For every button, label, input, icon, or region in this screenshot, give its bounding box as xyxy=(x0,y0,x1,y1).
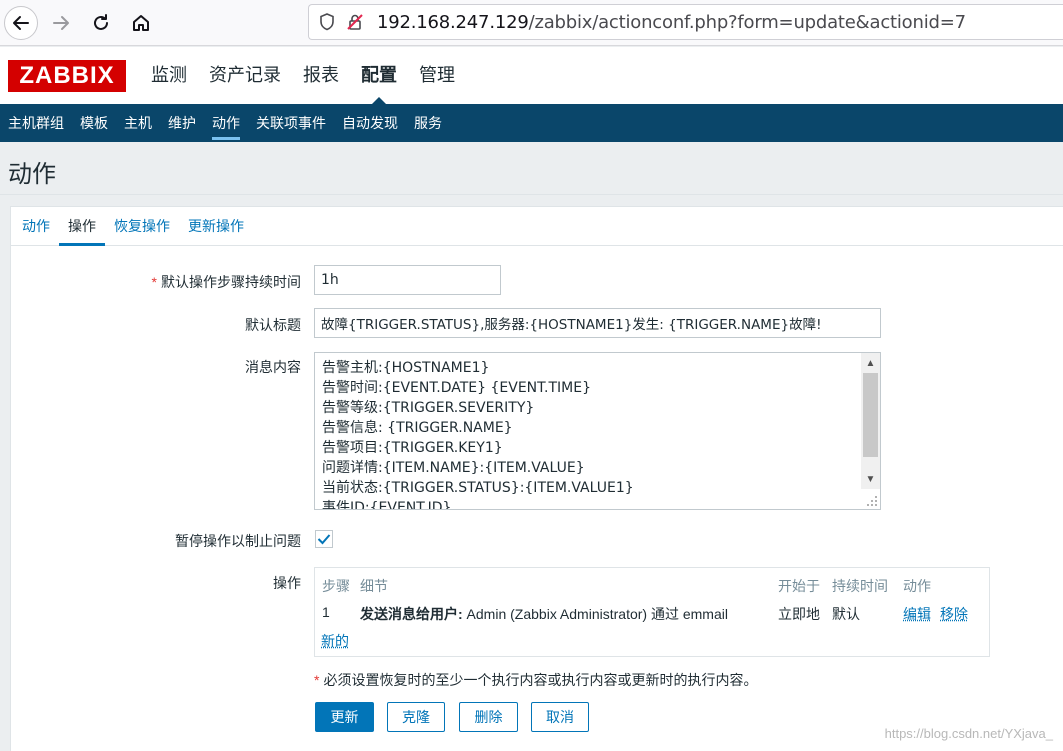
step-duration-label-text: 默认操作步骤持续时间 xyxy=(161,274,301,290)
subnav-event-correlation[interactable]: 关联项事件 xyxy=(248,104,334,142)
pause-label: 暂停操作以制止问题 xyxy=(175,533,301,549)
op-detail: 发送消息给用户: Admin (Zabbix Administrator) 通过… xyxy=(360,604,728,624)
message-line: 告警时间:{EVENT.DATE} {EVENT.TIME} xyxy=(322,380,591,396)
menu-configuration[interactable]: 配置 xyxy=(350,47,408,104)
arrow-left-icon xyxy=(13,16,29,30)
subject-input[interactable]: 故障{TRIGGER.STATUS},服务器:{HOSTNAME1}发生: {T… xyxy=(314,308,881,338)
message-scrollbar[interactable]: ▲ ▼ xyxy=(861,353,880,489)
message-line: 告警信息: {TRIGGER.NAME} xyxy=(322,420,513,436)
reload-button[interactable] xyxy=(84,6,118,40)
url-bar[interactable]: 192.168.247.129/zabbix/actionconf.php?fo… xyxy=(308,4,1063,40)
required-asterisk: * xyxy=(151,274,157,290)
requirement-note-text: 必须设置恢复时的至少一个执行内容或执行内容或更新时的执行内容。 xyxy=(323,672,758,688)
reload-icon xyxy=(94,14,108,30)
subnav-services[interactable]: 服务 xyxy=(406,104,450,142)
scroll-down-icon[interactable]: ▼ xyxy=(861,471,880,487)
scroll-up-icon[interactable]: ▲ xyxy=(861,355,880,371)
op-start: 立即地 xyxy=(778,606,820,622)
message-line: 告警项目:{TRIGGER.KEY1} xyxy=(322,440,503,456)
message-line: 问题详情:{ITEM.NAME}:{ITEM.VALUE} xyxy=(322,460,585,476)
op-edit-link[interactable]: 编辑 xyxy=(903,604,931,624)
url-text: 192.168.247.129/zabbix/actionconf.php?fo… xyxy=(377,12,966,33)
zabbix-logo[interactable]: ZABBIX xyxy=(8,60,126,92)
subnav-discovery[interactable]: 自动发现 xyxy=(334,104,406,142)
message-line: 告警等级:{TRIGGER.SEVERITY} xyxy=(322,400,535,416)
tab-update-operations[interactable]: 更新操作 xyxy=(179,207,253,245)
menu-monitoring[interactable]: 监测 xyxy=(140,47,198,104)
message-label: 消息内容 xyxy=(245,359,301,375)
tab-recovery-operations[interactable]: 恢复操作 xyxy=(105,207,179,245)
menu-inventory[interactable]: 资产记录 xyxy=(198,47,292,104)
home-button[interactable] xyxy=(124,6,158,40)
form-card: 动作 操作 恢复操作 更新操作 * 默认操作步骤持续时间 1h 默认标题 故障{T… xyxy=(10,206,1063,751)
home-icon xyxy=(133,15,149,31)
op-detail-text: Admin (Zabbix Administrator) 通过 emmail xyxy=(462,606,728,622)
operations-table: 步骤 细节 开始于 持续时间 动作 1 发送消息给用户: Admin (Zabb… xyxy=(314,567,990,657)
insecure-lock-icon[interactable] xyxy=(345,12,365,32)
pause-checkbox[interactable] xyxy=(315,530,333,548)
message-line: 事件ID:{EVENT.ID} xyxy=(322,500,452,510)
subnav-maintenance[interactable]: 维护 xyxy=(160,104,204,142)
op-detail-type: 发送消息给用户: xyxy=(360,606,463,622)
subnav-hosts[interactable]: 主机 xyxy=(116,104,160,142)
update-button[interactable]: 更新 xyxy=(315,702,374,732)
main-menu: 监测 资产记录 报表 配置 管理 xyxy=(140,47,466,104)
forward-button[interactable] xyxy=(44,6,78,40)
divider xyxy=(0,194,1063,195)
clone-button[interactable]: 克隆 xyxy=(387,702,445,732)
step-duration-label: * 默认操作步骤持续时间 xyxy=(152,272,301,292)
cancel-button[interactable]: 取消 xyxy=(531,702,589,732)
url-path: /zabbix/actionconf.php?form=update&actio… xyxy=(528,11,966,33)
col-header-step: 步骤 xyxy=(322,578,350,594)
step-duration-input[interactable]: 1h xyxy=(314,265,501,295)
operations-label: 操作 xyxy=(273,575,301,591)
watermark: https://blog.csdn.net/YXjava_ xyxy=(884,726,1053,741)
tab-operations[interactable]: 操作 xyxy=(59,207,105,246)
form-tabs: 动作 操作 恢复操作 更新操作 xyxy=(11,207,1063,246)
page-title: 动作 xyxy=(8,161,56,188)
url-host: 192.168.247.129 xyxy=(377,11,529,33)
op-step: 1 xyxy=(322,604,330,620)
message-line: 告警主机:{HOSTNAME1} xyxy=(322,360,490,376)
delete-button[interactable]: 删除 xyxy=(459,702,518,732)
col-header-action: 动作 xyxy=(903,578,931,594)
scrollbar-thumb[interactable] xyxy=(863,373,878,457)
subnav-templates[interactable]: 模板 xyxy=(72,104,116,142)
menu-administration[interactable]: 管理 xyxy=(408,47,466,104)
sub-nav: 主机群组 模板 主机 维护 动作 关联项事件 自动发现 服务 xyxy=(0,104,1063,142)
required-asterisk: * xyxy=(314,672,320,688)
requirement-note: * 必须设置恢复时的至少一个执行内容或执行内容或更新时的执行内容。 xyxy=(314,670,757,690)
back-button[interactable] xyxy=(4,6,38,40)
col-header-details: 细节 xyxy=(360,578,388,594)
arrow-right-icon xyxy=(53,16,69,30)
message-content: 告警主机:{HOSTNAME1} 告警时间:{EVENT.DATE} {EVEN… xyxy=(322,358,634,510)
subnav-actions[interactable]: 动作 xyxy=(204,104,248,142)
message-textarea[interactable]: 告警主机:{HOSTNAME1} 告警时间:{EVENT.DATE} {EVEN… xyxy=(314,352,881,510)
subnav-host-groups[interactable]: 主机群组 xyxy=(0,104,72,142)
menu-reports[interactable]: 报表 xyxy=(292,47,350,104)
shield-icon[interactable] xyxy=(317,12,337,32)
browser-toolbar: 192.168.247.129/zabbix/actionconf.php?fo… xyxy=(0,0,1063,46)
subject-label: 默认标题 xyxy=(245,317,301,333)
tab-action[interactable]: 动作 xyxy=(13,207,59,245)
top-header: ZABBIX 监测 资产记录 报表 配置 管理 xyxy=(0,47,1063,104)
check-icon xyxy=(317,534,331,545)
col-header-start: 开始于 xyxy=(778,578,820,594)
col-header-duration: 持续时间 xyxy=(832,578,888,594)
op-remove-link[interactable]: 移除 xyxy=(940,604,968,624)
message-line: 当前状态:{TRIGGER.STATUS}:{ITEM.VALUE1} xyxy=(322,480,634,496)
new-operation-link[interactable]: 新的 xyxy=(321,631,349,651)
resize-grip-icon[interactable] xyxy=(866,495,878,507)
op-duration: 默认 xyxy=(832,606,860,622)
